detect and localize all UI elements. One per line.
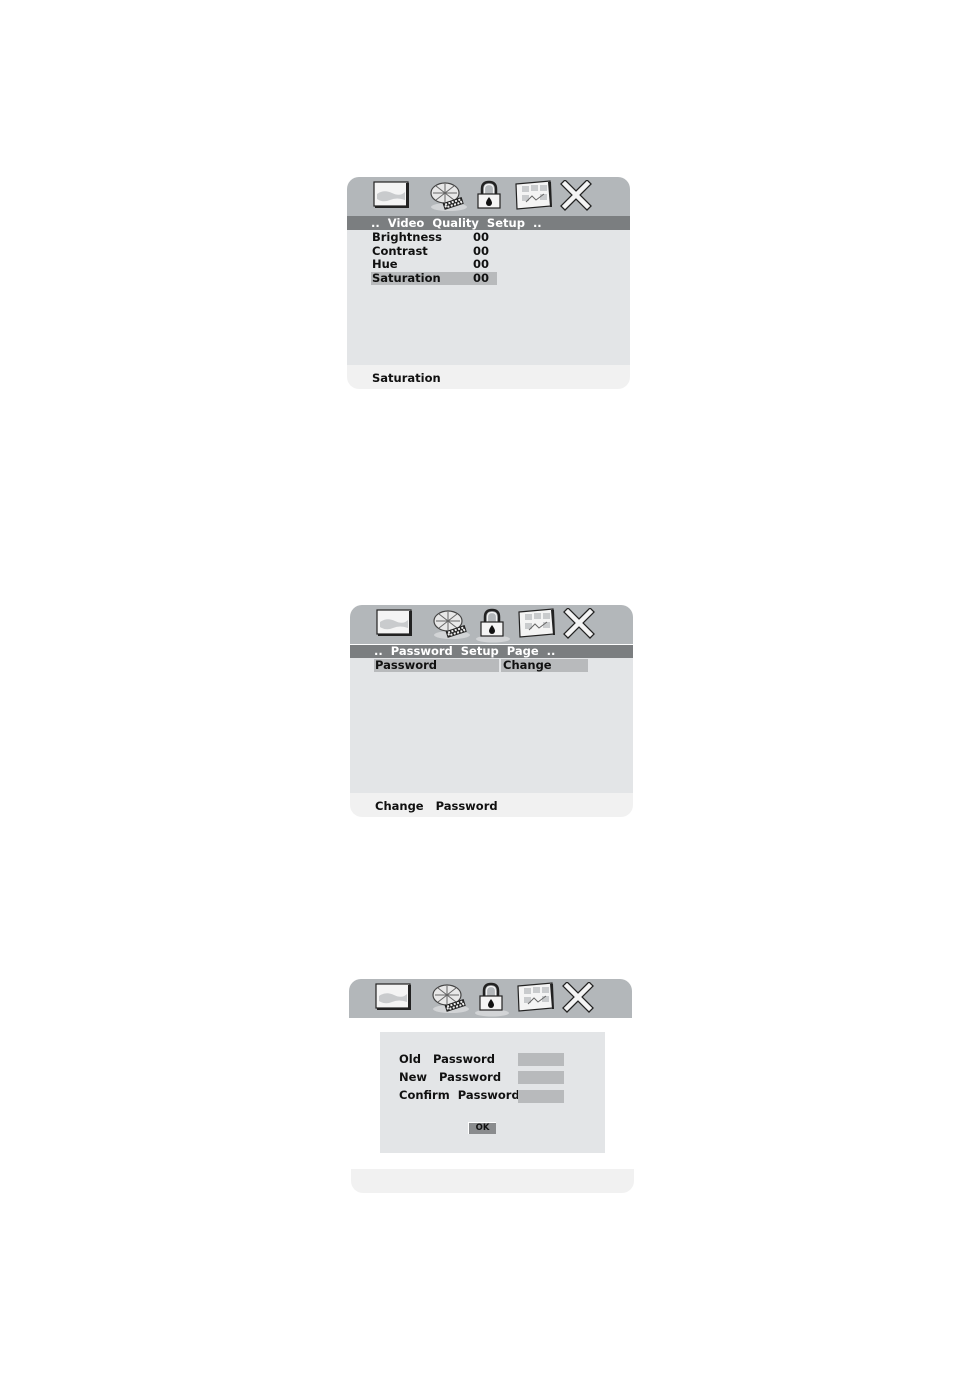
setting-row-brightness[interactable]: Brightness 00 (371, 231, 497, 244)
setting-value: 00 (473, 257, 490, 271)
close-exit-icon[interactable] (561, 982, 595, 1014)
change-password-panel: Old Password New Password Confirm Passwo… (349, 979, 634, 1193)
lock-password-icon[interactable] (472, 606, 514, 644)
old-password-field[interactable] (518, 1053, 564, 1066)
password-change-option[interactable]: Change (501, 659, 588, 672)
ok-button[interactable]: OK (468, 1122, 496, 1134)
status-text: Change Password (375, 799, 498, 813)
setting-label: Password (375, 658, 437, 672)
change-password-dialog: Old Password New Password Confirm Passwo… (380, 1032, 605, 1153)
film-reel-video-icon[interactable] (427, 180, 469, 214)
picture-preference-icon[interactable] (517, 608, 557, 640)
setting-value: Change (503, 658, 552, 672)
film-reel-video-icon[interactable] (429, 982, 471, 1016)
tv-general-setup-icon[interactable] (375, 608, 415, 640)
status-bar: Saturation (347, 365, 630, 389)
lock-password-icon[interactable] (471, 980, 513, 1018)
setting-label: Brightness (372, 230, 442, 244)
status-text: Saturation (372, 371, 441, 385)
confirm-password-label: Confirm Password (399, 1088, 520, 1102)
tv-general-setup-icon[interactable] (372, 180, 412, 212)
old-password-label: Old Password (399, 1052, 495, 1066)
setting-row-saturation[interactable]: Saturation 00 (371, 272, 497, 285)
status-bar (351, 1169, 634, 1193)
page-title: .. Password Setup Page .. (350, 645, 633, 658)
close-exit-icon[interactable] (562, 608, 596, 640)
film-reel-video-icon[interactable] (430, 608, 472, 642)
settings-list: Brightness 00 Contrast 00 Hue 00 Saturat… (347, 230, 630, 365)
video-quality-setup-panel: .. Video Quality Setup .. Brightness 00 … (347, 177, 630, 389)
page-title: .. Video Quality Setup .. (347, 216, 630, 230)
password-setup-panel: .. Password Setup Page .. Password Chang… (350, 605, 633, 817)
setting-label: Saturation (372, 271, 441, 285)
setting-row-hue[interactable]: Hue 00 (371, 258, 497, 271)
tv-general-setup-icon[interactable] (374, 982, 414, 1014)
setting-value: 00 (473, 271, 490, 285)
picture-preference-icon[interactable] (514, 180, 554, 212)
lock-password-icon[interactable] (473, 180, 505, 212)
setting-value: 00 (473, 230, 490, 244)
picture-preference-icon[interactable] (516, 982, 556, 1014)
password-label-cell[interactable]: Password (374, 659, 499, 672)
new-password-field[interactable] (518, 1071, 564, 1084)
settings-list: Password Change (350, 658, 633, 793)
new-password-label: New Password (399, 1070, 502, 1084)
confirm-password-field[interactable] (518, 1090, 564, 1103)
status-bar: Change Password (350, 793, 633, 817)
close-exit-icon[interactable] (559, 180, 593, 212)
setting-label: Hue (372, 257, 398, 271)
